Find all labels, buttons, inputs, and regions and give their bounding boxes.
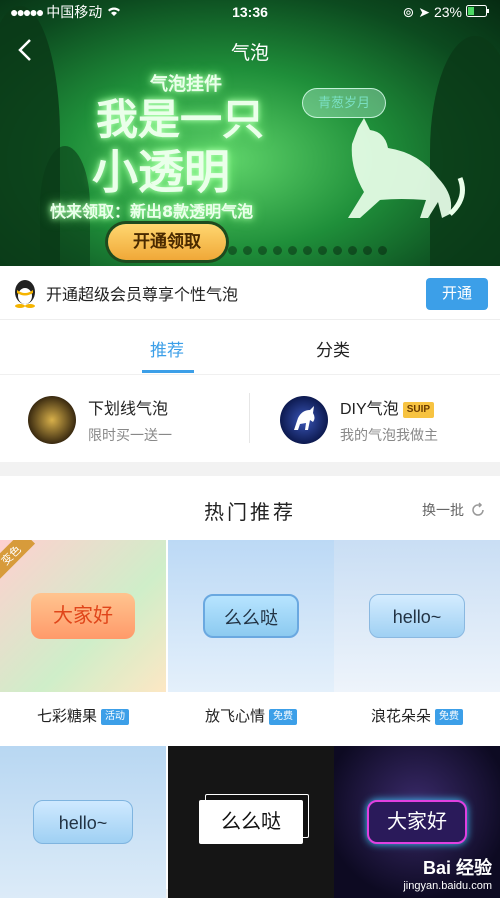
bubble-sample: hello~ <box>369 594 465 638</box>
tab-recommend[interactable]: 推荐 <box>150 336 184 361</box>
refresh-button[interactable]: 换一批 <box>422 500 486 520</box>
status-bar: ●●●●● 中国移动 13:36 ⊚ ➤ 23% <box>0 0 500 24</box>
bubble-item[interactable]: hello~ 浪花朵朵 免费 <box>334 540 500 744</box>
crown-icon <box>28 396 76 444</box>
location-icon: ➤ <box>418 3 430 20</box>
banner-headline-2: 小透明 <box>92 145 230 199</box>
cat-silhouette <box>348 118 465 218</box>
bubble-preview: 么么哒 <box>168 540 334 692</box>
feature-subtitle: 我的气泡我做主 <box>340 427 438 443</box>
promo-banner[interactable]: ●●●●● 中国移动 13:36 ⊚ ➤ 23% 气泡 气泡挂件 我是一只 小透… <box>0 0 500 266</box>
suip-badge: SUIP <box>402 401 435 418</box>
vip-promo-text: 开通超级会员尊享个性气泡 <box>46 286 239 304</box>
hot-section: 热门推荐 换一批 变色 大家好 七彩糖果 活动 么么哒 放飞心情 免费 hello~… <box>0 476 500 898</box>
banner-subline: 快来领取：新出8款透明气泡 <box>50 202 254 221</box>
event-badge: 活动 <box>101 709 129 726</box>
refresh-label: 换一批 <box>422 502 464 518</box>
battery-icon <box>466 4 490 20</box>
tab-category[interactable]: 分类 <box>316 336 350 361</box>
free-badge: 免费 <box>269 709 297 726</box>
feature-diy-bubble[interactable]: DIY气泡 SUIP 我的气泡我做主 <box>280 395 438 445</box>
bubble-sample: 大家好 <box>367 800 467 844</box>
watermark: Bai 经验 jingyan.baidu.com <box>403 854 492 892</box>
feature-title: DIY气泡 <box>340 401 399 418</box>
bubble-preview: hello~ <box>334 540 500 692</box>
feature-title: 下划线气泡 <box>88 401 169 418</box>
vip-open-button[interactable]: 开通 <box>426 278 488 310</box>
refresh-icon <box>472 502 484 516</box>
bubble-preview: 变色 大家好 <box>0 540 166 692</box>
bubble-name: 放飞心情 <box>204 708 265 725</box>
bubble-item[interactable]: 么么哒 <box>168 746 334 898</box>
qq-penguin-icon <box>15 279 35 308</box>
watermark-url: jingyan.baidu.com <box>403 880 492 892</box>
bubble-item[interactable]: hello~ <box>0 746 166 898</box>
battery-percent: 23% <box>433 4 462 20</box>
feature-subtitle: 限时买一送一 <box>88 427 172 443</box>
bubble-sample: hello~ <box>33 800 133 844</box>
bubble-preview: 大家好 Bai 经验 jingyan.baidu.com <box>334 746 500 898</box>
banner-tag: 青葱岁月 <box>302 88 386 118</box>
rotation-lock-icon: ⊚ <box>402 3 415 20</box>
tab-indicator <box>142 370 194 373</box>
carousel-dots[interactable] <box>228 246 387 255</box>
bubble-sample: 么么哒 <box>203 594 299 638</box>
bubble-preview: 么么哒 <box>168 746 334 898</box>
tab-bar: 推荐 分类 <box>0 320 500 374</box>
feature-row: 下划线气泡 限时买一送一 DIY气泡 SUIP 我的气泡我做主 <box>0 374 500 462</box>
bubble-item[interactable]: 么么哒 放飞心情 免费 <box>168 540 334 744</box>
vip-promo-bar: 开通超级会员尊享个性气泡 开通 <box>0 266 500 320</box>
page-title: 气泡 <box>230 43 269 64</box>
bubble-name: 七彩糖果 <box>36 708 97 725</box>
bubble-item[interactable]: 大家好 Bai 经验 jingyan.baidu.com <box>334 746 500 898</box>
open-claim-button[interactable]: 开通领取 <box>108 224 226 260</box>
free-badge: 免费 <box>435 709 463 726</box>
bubble-name: 浪花朵朵 <box>370 708 431 725</box>
feature-underline-bubble[interactable]: 下划线气泡 限时买一送一 <box>28 395 172 445</box>
watermark-brand: Bai 经验 <box>422 858 492 878</box>
bubble-preview: hello~ <box>0 746 166 898</box>
bubble-sample: 么么哒 <box>199 800 303 844</box>
bubble-sample: 大家好 <box>31 593 135 639</box>
bubble-item[interactable]: 变色 大家好 七彩糖果 活动 <box>0 540 166 744</box>
divider <box>249 393 250 443</box>
color-change-corner: 变色 <box>0 540 36 580</box>
unicorn-icon <box>280 396 328 444</box>
